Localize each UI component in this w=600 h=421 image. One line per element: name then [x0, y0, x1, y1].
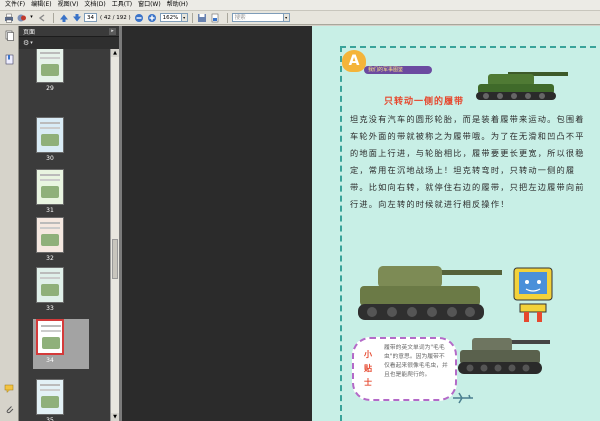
page-thumbnail-image	[36, 267, 64, 303]
zoom-out-icon[interactable]	[134, 12, 145, 23]
fit-page-icon[interactable]	[210, 12, 221, 23]
page-thumbnail[interactable]: 29	[36, 49, 64, 92]
page-thumbnail[interactable]: 32	[36, 217, 64, 262]
scroll-down-icon[interactable]: ▼	[111, 413, 119, 421]
tip-label: 小贴士	[364, 350, 372, 387]
scrollbar-thumb[interactable]	[112, 239, 118, 279]
menu-item[interactable]: 文件(F)	[2, 0, 28, 10]
panel-menu-icon[interactable]: ▸	[109, 27, 116, 35]
toolbar-separator	[191, 12, 193, 23]
print-icon[interactable]	[3, 12, 14, 23]
search-input[interactable]: 搜索	[231, 13, 284, 22]
toolbar: ▾ 34 ( 42 / 192 ) 162% ▾ 搜索 ▾	[0, 11, 600, 25]
pages-panel-header: 页面 ▸	[19, 26, 119, 37]
page-thumbnail-image	[36, 117, 64, 153]
thumbnail-list: 29 30 31 32 33 34 35	[19, 49, 110, 421]
menu-item[interactable]: 工具(T)	[109, 0, 135, 10]
page-thumbnail[interactable]: 35	[36, 379, 64, 421]
page-thumbnail[interactable]: 30	[36, 117, 64, 162]
page-count: ( 42 / 192 )	[100, 14, 131, 21]
chevron-down-icon[interactable]: ▾	[30, 40, 33, 46]
tank-illustration-main	[358, 266, 502, 320]
page-thumbnail-image	[36, 49, 64, 83]
page-thumbnail-image	[36, 319, 64, 355]
cartoon-computer-icon	[513, 267, 553, 322]
pages-panel-title: 页面	[23, 28, 36, 36]
comments-panel-icon[interactable]	[4, 383, 15, 394]
page-thumbnail-label: 29	[46, 85, 54, 92]
tank-illustration-bottom	[458, 338, 550, 374]
page-thumbnail[interactable]: 31	[36, 169, 64, 214]
pages-panel-options: ⚙ ▾	[19, 37, 119, 49]
page-thumbnail-image	[36, 169, 64, 205]
page-thumbnail[interactable]: 34	[36, 319, 64, 364]
attachments-panel-icon[interactable]	[4, 404, 15, 415]
page-thumbnail-label: 31	[46, 207, 54, 214]
tank-illustration-top	[476, 72, 568, 100]
pdf-page: A 我们的军事图鉴 只转动一侧的履带 坦克没有汽车的圆形轮胎，而是装着履带来运动…	[312, 26, 600, 421]
back-icon[interactable]	[36, 12, 47, 23]
section-badge: A	[342, 50, 366, 72]
section-banner: 我们的军事图鉴	[364, 66, 432, 74]
previous-page-icon[interactable]	[58, 12, 69, 23]
page-number-input[interactable]: 34	[84, 13, 97, 22]
collaborate-icon[interactable]	[16, 12, 27, 23]
page-thumbnail-label: 30	[46, 155, 54, 162]
thumbnail-scrollbar[interactable]: ▲ ▼	[110, 49, 119, 421]
menu-bar: 文件(F) 编辑(E) 视图(V) 文档(D) 工具(T) 窗口(W) 帮助(H)	[0, 0, 600, 11]
page-thumbnail-label: 34	[46, 357, 54, 364]
article-title: 只转动一侧的履带	[384, 97, 465, 107]
options-icon[interactable]: ⚙	[23, 39, 29, 47]
menu-item[interactable]: 帮助(H)	[164, 0, 191, 10]
bookmarks-panel-icon[interactable]	[4, 54, 15, 65]
search-dropdown-chevron-icon[interactable]: ▾	[283, 13, 290, 22]
menu-item[interactable]: 编辑(E)	[28, 0, 54, 10]
chevron-down-icon[interactable]: ▾	[29, 12, 34, 23]
zoom-level-input[interactable]: 162%	[159, 13, 182, 22]
next-page-icon[interactable]	[71, 12, 82, 23]
zoom-in-icon[interactable]	[147, 12, 158, 23]
page-thumbnail-image	[36, 217, 64, 253]
tip-text: 履带的英文单词为"毛毛虫"的意思。因为履带不仅看起来很像毛毛虫，并且也是能爬行的…	[384, 345, 448, 378]
scroll-up-icon[interactable]: ▲	[111, 49, 119, 57]
save-icon[interactable]	[197, 12, 208, 23]
page-thumbnail-image	[36, 379, 64, 415]
page-thumbnail-label: 33	[46, 305, 54, 312]
page-thumbnail[interactable]: 33	[36, 267, 64, 312]
menu-item[interactable]: 窗口(W)	[135, 0, 164, 10]
menu-item[interactable]: 视图(V)	[55, 0, 82, 10]
menu-item[interactable]: 文档(D)	[81, 0, 108, 10]
pages-panel-icon[interactable]	[4, 30, 15, 41]
navigation-rail	[0, 26, 19, 421]
page-thumbnail-label: 32	[46, 255, 54, 262]
toolbar-separator	[53, 12, 54, 23]
airplane-icon	[453, 392, 473, 404]
article-paragraph: 坦克没有汽车的圆形轮胎，而是装着履带来运动。包围着车轮外面的带就被称之为履带哦。…	[350, 114, 585, 209]
zoom-dropdown-chevron-icon[interactable]: ▾	[181, 13, 188, 22]
pages-panel: 页面 ▸ ⚙ ▾ 29 30 31 32 33 34 35 ▲ ▼	[19, 26, 119, 421]
page-thumbnail-label: 35	[46, 417, 54, 421]
toolbar-separator	[226, 12, 228, 23]
